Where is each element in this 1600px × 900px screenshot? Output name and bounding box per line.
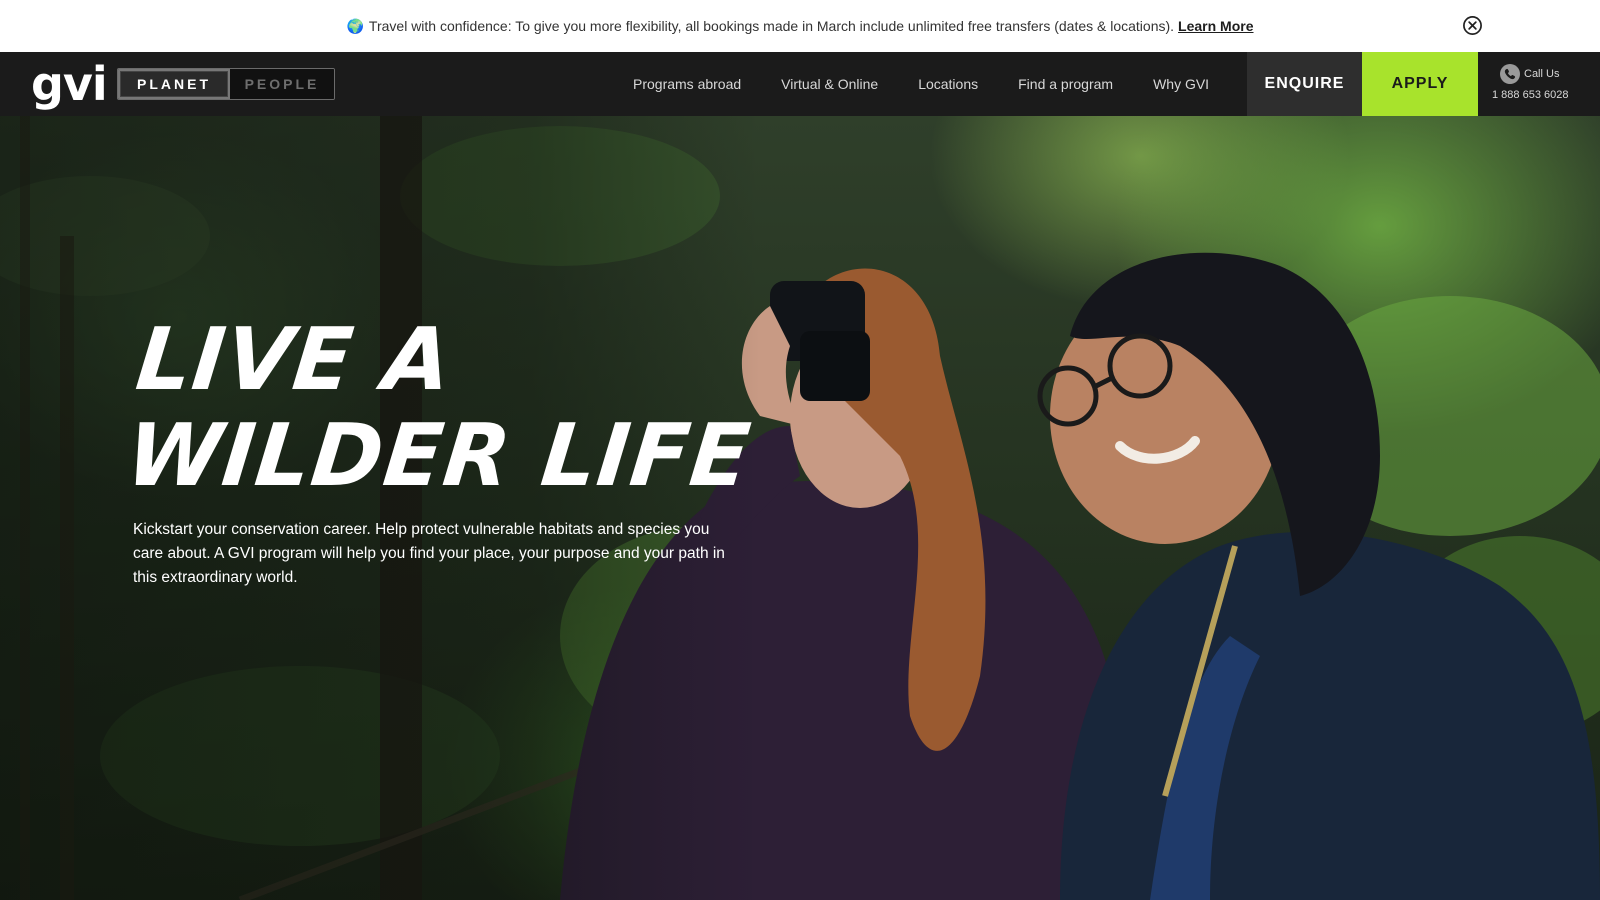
hero-headline: LIVE A WILDER LIFE [121,310,765,506]
nav-locations[interactable]: Locations [918,76,978,92]
enquire-button[interactable]: ENQUIRE [1247,52,1362,116]
main-nav: Programs abroad Virtual & Online Locatio… [633,52,1209,116]
call-us[interactable]: Call Us 1 888 653 6028 [1478,52,1600,116]
nav-virtual-online[interactable]: Virtual & Online [781,76,878,92]
hero-headline-line-1: LIVE A [131,310,457,410]
hero-subtext: Kickstart your conservation career. Help… [133,521,725,586]
toggle-planet[interactable]: PLANET [118,69,230,99]
toggle-people[interactable]: PEOPLE [230,69,334,99]
nav-programs-abroad[interactable]: Programs abroad [633,76,741,92]
close-icon[interactable] [1462,15,1483,36]
site-header: gvi PLANET PEOPLE Programs abroad Virtua… [0,52,1600,116]
gvi-logo[interactable]: gvi [31,58,108,110]
globe-icon: 🌍 [346,17,364,34]
learn-more-link[interactable]: Learn More [1178,18,1253,34]
nav-find-a-program[interactable]: Find a program [1018,76,1113,92]
announcement-message: Travel with confidence: To give you more… [368,18,1175,34]
call-us-label: Call Us [1524,68,1560,80]
planet-people-toggle: PLANET PEOPLE [117,68,335,100]
phone-icon [1500,64,1520,84]
hero-section: LIVE A WILDER LIFE Kickstart your conser… [0,116,1600,900]
announcement-bar: 🌍 Travel with confidence: To give you mo… [0,0,1600,52]
apply-button[interactable]: APPLY [1362,52,1478,116]
call-us-number: 1 888 653 6028 [1492,89,1569,101]
hero-text-shade [0,116,760,900]
nav-why-gvi[interactable]: Why GVI [1153,76,1209,92]
hero-headline-line-2: WILDER LIFE [121,406,756,506]
